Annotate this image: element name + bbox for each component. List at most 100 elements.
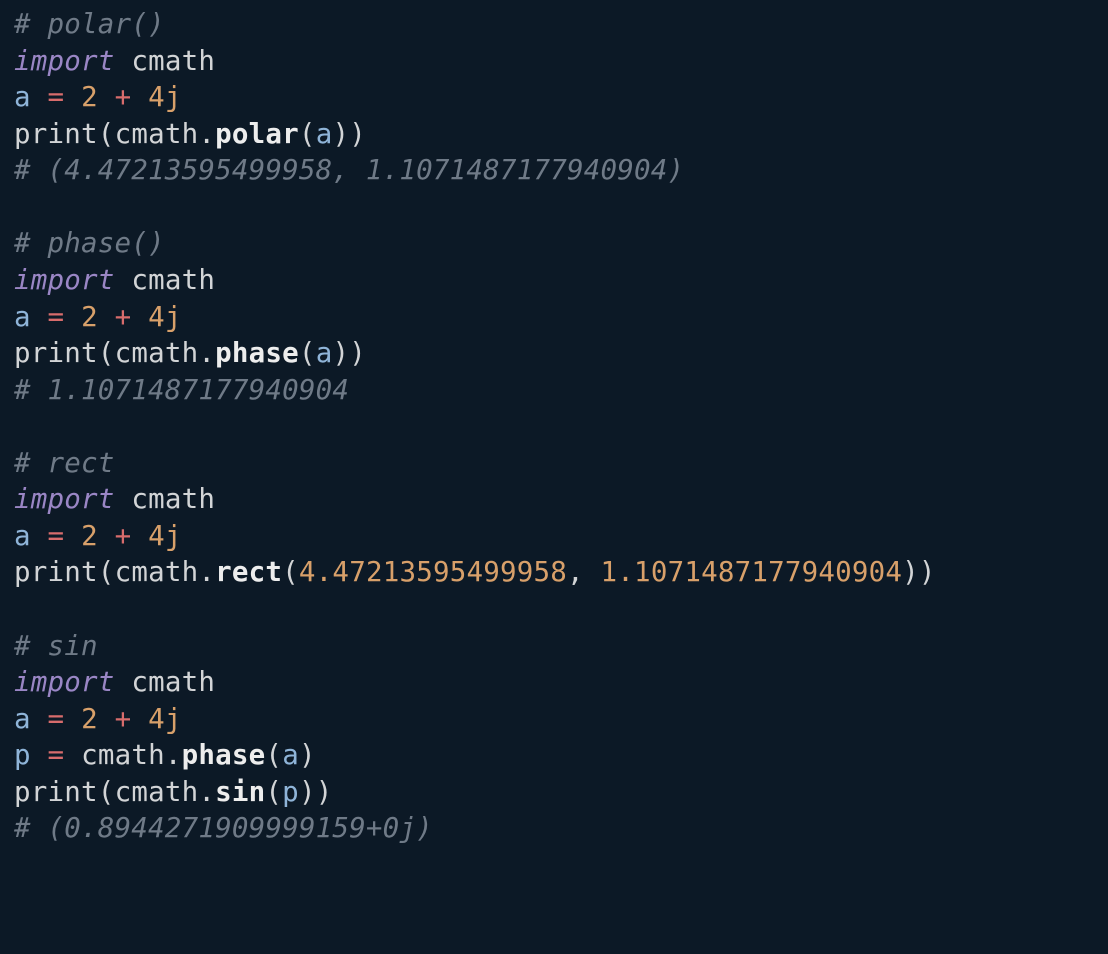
code-token: phase bbox=[182, 739, 266, 771]
code-token: cmath bbox=[115, 556, 199, 588]
code-token: . bbox=[198, 337, 215, 369]
code-token bbox=[64, 301, 81, 333]
code-token: a bbox=[14, 81, 31, 113]
code-token bbox=[131, 81, 148, 113]
code-token: a bbox=[14, 301, 31, 333]
code-token: ( bbox=[282, 556, 299, 588]
code-line: a = 2 + 4j bbox=[14, 703, 182, 735]
code-line: # (4.47213595499958, 1.1071487177940904) bbox=[14, 154, 684, 186]
code-token: )) bbox=[332, 118, 366, 150]
code-token: # rect bbox=[14, 447, 115, 479]
code-token bbox=[98, 301, 115, 333]
code-token: ( bbox=[265, 776, 282, 808]
code-token: 4.47213595499958 bbox=[299, 556, 567, 588]
code-token: 2 bbox=[81, 81, 98, 113]
code-line: # polar() bbox=[14, 8, 165, 40]
code-line: import cmath bbox=[14, 45, 215, 77]
code-token: cmath bbox=[131, 483, 215, 515]
code-token: sin bbox=[215, 776, 265, 808]
code-token bbox=[131, 703, 148, 735]
code-token: ( bbox=[98, 556, 115, 588]
code-line: # (0.8944271909999159+0j) bbox=[14, 812, 433, 844]
code-token: 4j bbox=[148, 81, 182, 113]
code-token bbox=[64, 739, 81, 771]
code-line: p = cmath.phase(a) bbox=[14, 739, 316, 771]
code-line: # rect bbox=[14, 447, 115, 479]
code-token: print bbox=[14, 337, 98, 369]
code-token: print bbox=[14, 556, 98, 588]
code-token: ( bbox=[98, 337, 115, 369]
code-line: print(cmath.phase(a)) bbox=[14, 337, 366, 369]
code-token: print bbox=[14, 118, 98, 150]
code-token: p bbox=[14, 739, 31, 771]
code-token: p bbox=[282, 776, 299, 808]
code-token: = bbox=[48, 520, 65, 552]
code-line: # 1.1071487177940904 bbox=[14, 374, 349, 406]
code-token: cmath bbox=[115, 118, 199, 150]
code-token bbox=[14, 410, 31, 442]
code-line: print(cmath.sin(p)) bbox=[14, 776, 332, 808]
code-token: ( bbox=[98, 118, 115, 150]
code-token: . bbox=[165, 739, 182, 771]
code-line: import cmath bbox=[14, 483, 215, 515]
code-token: import bbox=[14, 45, 115, 77]
code-token: a bbox=[14, 703, 31, 735]
code-token: # polar() bbox=[14, 8, 165, 40]
code-token: ( bbox=[299, 337, 316, 369]
code-token: = bbox=[48, 301, 65, 333]
code-line bbox=[14, 410, 31, 442]
code-token: a bbox=[282, 739, 299, 771]
code-token: = bbox=[48, 703, 65, 735]
code-token bbox=[64, 81, 81, 113]
code-token: ) bbox=[299, 739, 316, 771]
code-token bbox=[98, 703, 115, 735]
code-token bbox=[31, 81, 48, 113]
code-token: a bbox=[316, 337, 333, 369]
code-token: + bbox=[115, 520, 132, 552]
code-token: cmath bbox=[115, 776, 199, 808]
code-line: a = 2 + 4j bbox=[14, 301, 182, 333]
code-token: cmath bbox=[81, 739, 165, 771]
code-token: . bbox=[198, 776, 215, 808]
code-token: = bbox=[48, 739, 65, 771]
code-line: import cmath bbox=[14, 264, 215, 296]
code-token: 2 bbox=[81, 301, 98, 333]
code-block: # polar() import cmath a = 2 + 4j print(… bbox=[0, 0, 1108, 847]
code-token: import bbox=[14, 264, 115, 296]
code-token: 4j bbox=[148, 301, 182, 333]
code-token: # sin bbox=[14, 630, 98, 662]
code-token: + bbox=[115, 703, 132, 735]
code-token bbox=[115, 483, 132, 515]
code-token: 1.1071487177940904 bbox=[601, 556, 903, 588]
code-token bbox=[115, 45, 132, 77]
code-token: cmath bbox=[131, 45, 215, 77]
code-token: )) bbox=[902, 556, 936, 588]
code-token bbox=[31, 301, 48, 333]
code-token: cmath bbox=[131, 666, 215, 698]
code-line: import cmath bbox=[14, 666, 215, 698]
code-token bbox=[115, 264, 132, 296]
code-token: , bbox=[567, 556, 601, 588]
code-token: + bbox=[115, 81, 132, 113]
code-token: ( bbox=[299, 118, 316, 150]
code-token bbox=[31, 520, 48, 552]
code-token: 4j bbox=[148, 703, 182, 735]
code-token: = bbox=[48, 81, 65, 113]
code-token bbox=[14, 593, 31, 625]
code-token: ( bbox=[98, 776, 115, 808]
code-token bbox=[115, 666, 132, 698]
code-line: print(cmath.rect(4.47213595499958, 1.107… bbox=[14, 556, 936, 588]
code-token: print bbox=[14, 776, 98, 808]
code-token: . bbox=[198, 118, 215, 150]
code-token bbox=[64, 703, 81, 735]
code-token bbox=[98, 520, 115, 552]
code-line: a = 2 + 4j bbox=[14, 520, 182, 552]
code-line bbox=[14, 191, 31, 223]
code-token bbox=[31, 703, 48, 735]
code-token bbox=[131, 520, 148, 552]
code-token: phase bbox=[215, 337, 299, 369]
code-token bbox=[98, 81, 115, 113]
code-token bbox=[14, 191, 31, 223]
code-token: )) bbox=[299, 776, 333, 808]
code-token: # 1.1071487177940904 bbox=[14, 374, 349, 406]
